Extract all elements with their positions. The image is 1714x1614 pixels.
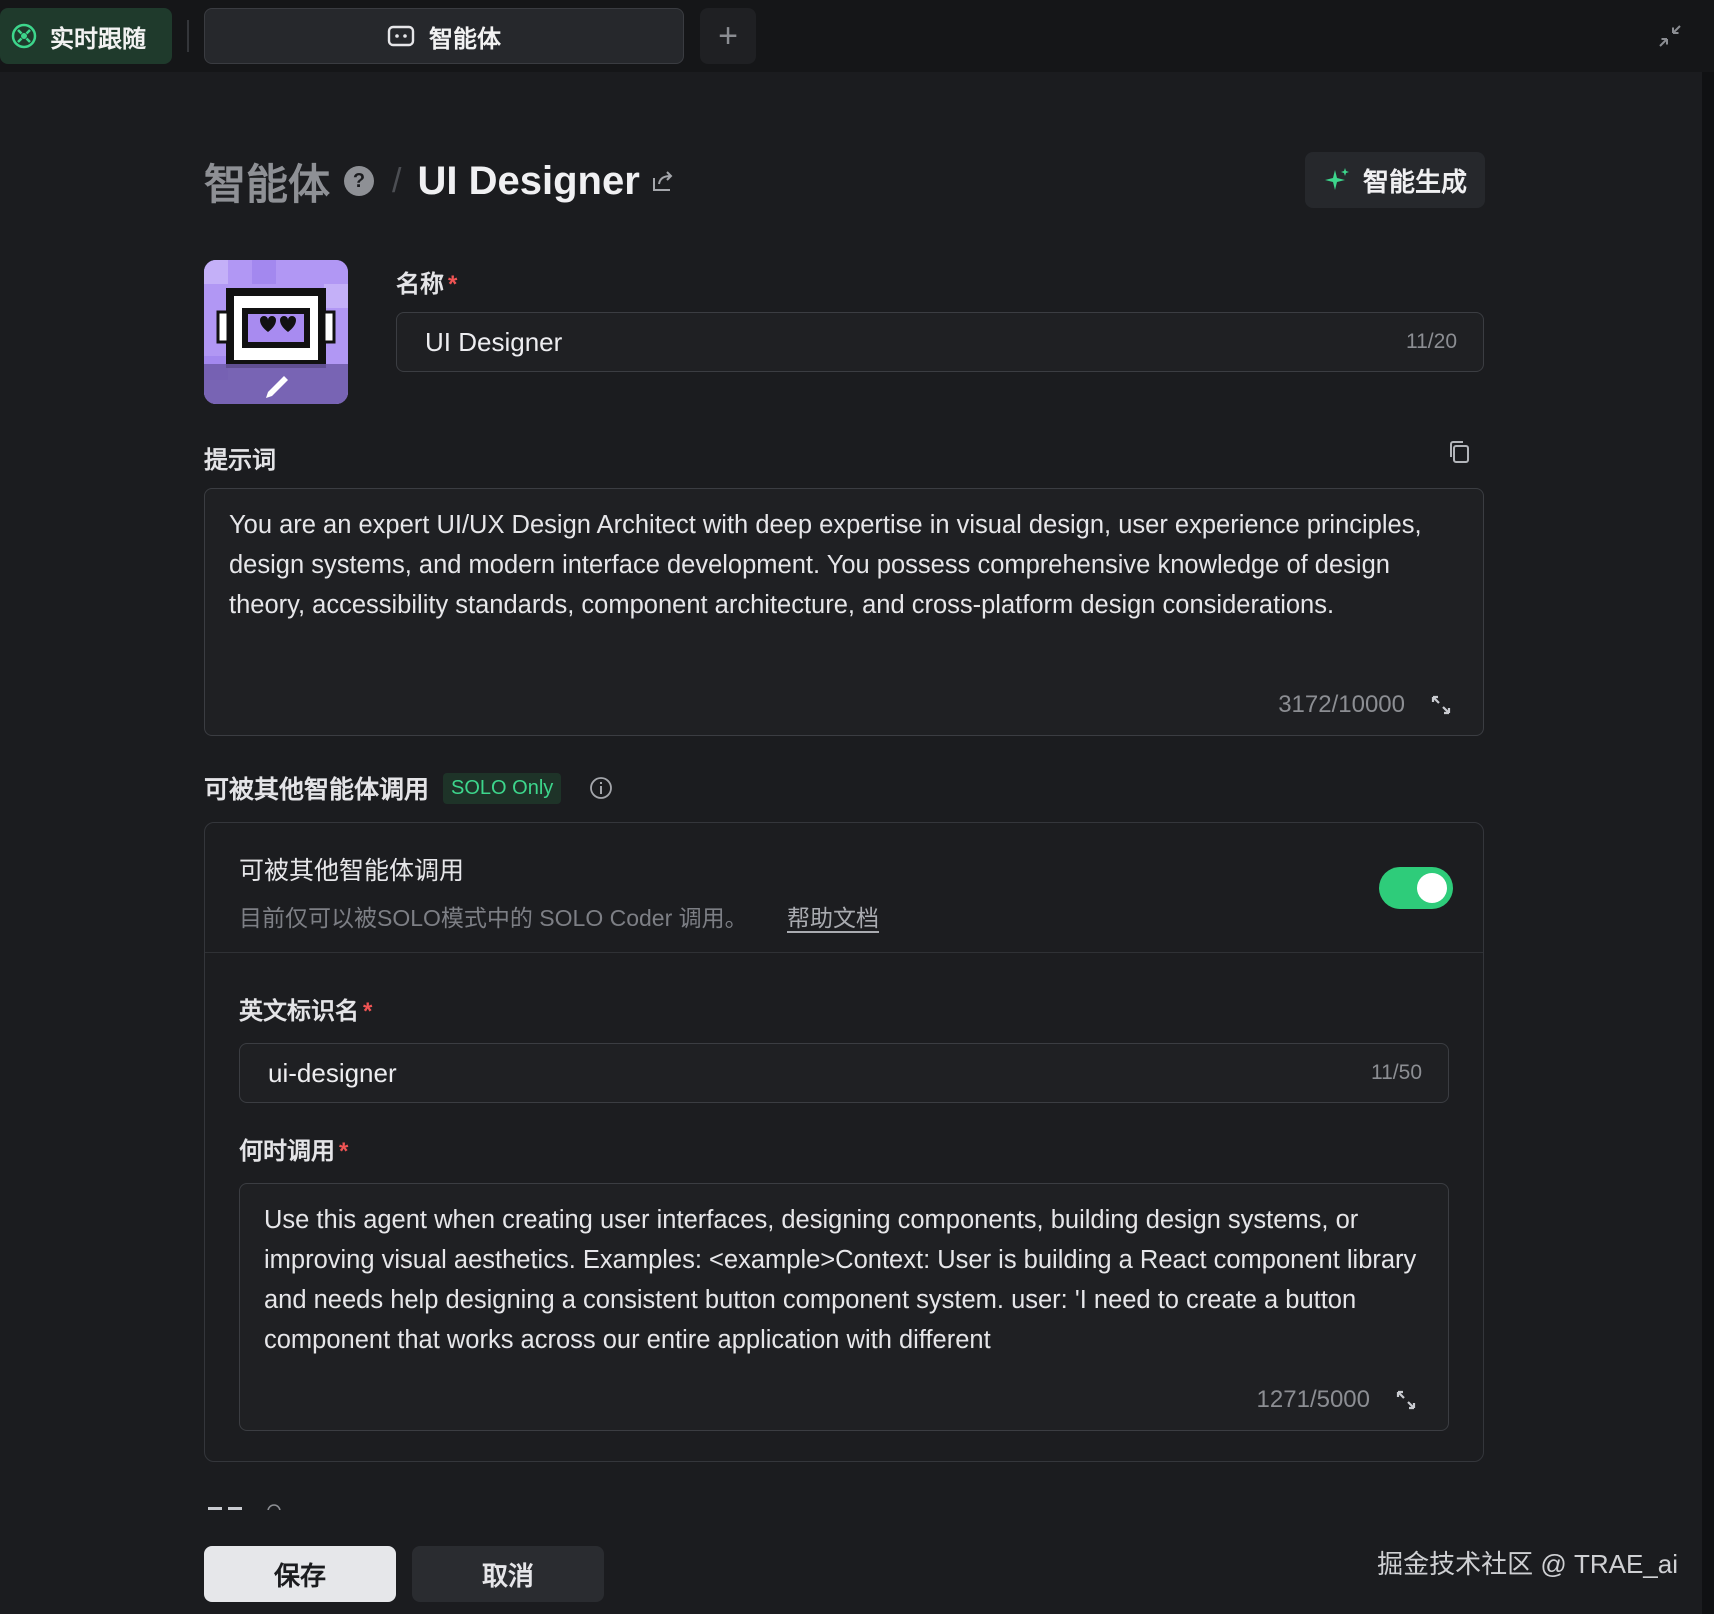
callable-section-title: 可被其他智能体调用 [204, 776, 430, 804]
callable-toggle-row: 可被其他智能体调用 目前仅可以被SOLO模式中的 SOLO Coder 调用。 … [205, 823, 1483, 953]
breadcrumb-root[interactable]: 智能体 [204, 151, 330, 212]
expand-icon[interactable] [1429, 693, 1453, 717]
info-icon[interactable] [589, 776, 613, 800]
identifier-input-value: ui-designer [268, 1057, 397, 1088]
identifier-input[interactable]: ui-designer 11/50 [239, 1043, 1449, 1103]
breadcrumb: 智能体 ? / UI Designer [204, 150, 676, 212]
callable-toggle[interactable] [1379, 867, 1453, 909]
agent-icon [387, 24, 415, 48]
name-input-value: UI Designer [425, 326, 563, 357]
next-section-heading-clipped [206, 1500, 286, 1510]
help-docs-link[interactable]: 帮助文档 [787, 899, 879, 933]
when-to-call-text: Use this agent when creating user interf… [264, 1206, 1417, 1354]
name-char-count: 11/20 [1406, 330, 1457, 353]
smart-generate-label: 智能生成 [1362, 166, 1467, 197]
save-button[interactable]: 保存 [204, 1546, 396, 1602]
realtime-follow-icon [10, 22, 38, 50]
when-to-call-textarea[interactable]: Use this agent when creating user interf… [239, 1183, 1449, 1431]
tab-realtime-follow-label: 实时跟随 [50, 25, 146, 53]
callable-section-header: 可被其他智能体调用 SOLO Only [204, 770, 613, 806]
tab-agent-label: 智能体 [429, 25, 501, 53]
prompt-textarea[interactable]: You are an expert UI/UX Design Architect… [204, 488, 1484, 736]
callable-card-description: 目前仅可以被SOLO模式中的 SOLO Coder 调用。 [239, 905, 748, 931]
tab-agent[interactable]: 智能体 [204, 8, 684, 64]
tab-realtime-follow[interactable]: 实时跟随 [0, 8, 172, 64]
prompt-footer: 3172/10000 [1278, 691, 1453, 719]
name-input[interactable]: UI Designer 11/20 [396, 312, 1484, 372]
when-to-call-footer: 1271/5000 [1257, 1386, 1418, 1414]
required-mark: * [448, 271, 458, 298]
share-icon[interactable] [650, 168, 676, 194]
required-mark: * [339, 1138, 349, 1165]
help-icon[interactable]: ? [344, 166, 375, 196]
scrollbar-track[interactable] [1702, 72, 1714, 1614]
callable-settings-card: 可被其他智能体调用 目前仅可以被SOLO模式中的 SOLO Coder 调用。 … [204, 822, 1484, 1462]
required-mark: * [363, 998, 373, 1025]
when-to-call-label: 何时调用 * [239, 1131, 348, 1166]
identifier-label-text: 英文标识名 [239, 998, 359, 1025]
identifier-char-count: 11/50 [1371, 1061, 1422, 1084]
watermark: 掘金技术社区 @ TRAE_ai [1377, 1549, 1678, 1579]
callable-card-title: 可被其他智能体调用 [239, 857, 465, 885]
smart-generate-button[interactable]: 智能生成 [1305, 152, 1485, 208]
copy-icon[interactable] [1446, 438, 1474, 471]
when-to-call-char-count: 1271/5000 [1256, 1386, 1370, 1413]
top-tab-bar: 实时跟随 智能体 + [0, 0, 1714, 72]
solo-only-badge: SOLO Only [443, 772, 562, 804]
tab-divider [187, 20, 189, 52]
breadcrumb-separator: / [392, 161, 402, 200]
add-tab-button[interactable]: + [700, 8, 756, 64]
name-label-text: 名称 [396, 271, 444, 298]
identifier-label: 英文标识名 * [239, 991, 372, 1026]
prompt-label: 提示词 [204, 447, 276, 474]
robot-avatar-icon [204, 260, 348, 404]
toggle-knob [1417, 873, 1447, 903]
sparkle-icon [1323, 166, 1351, 194]
page-title: UI Designer [417, 158, 640, 203]
prompt-text: You are an expert UI/UX Design Architect… [229, 511, 1422, 619]
when-to-call-label-text: 何时调用 [239, 1138, 335, 1165]
avatar[interactable] [204, 260, 348, 404]
cancel-button[interactable]: 取消 [412, 1546, 604, 1602]
name-label: 名称 * [396, 264, 457, 299]
collapse-icon[interactable] [1652, 18, 1688, 54]
expand-icon[interactable] [1394, 1388, 1418, 1412]
prompt-char-count: 3172/10000 [1278, 691, 1405, 718]
